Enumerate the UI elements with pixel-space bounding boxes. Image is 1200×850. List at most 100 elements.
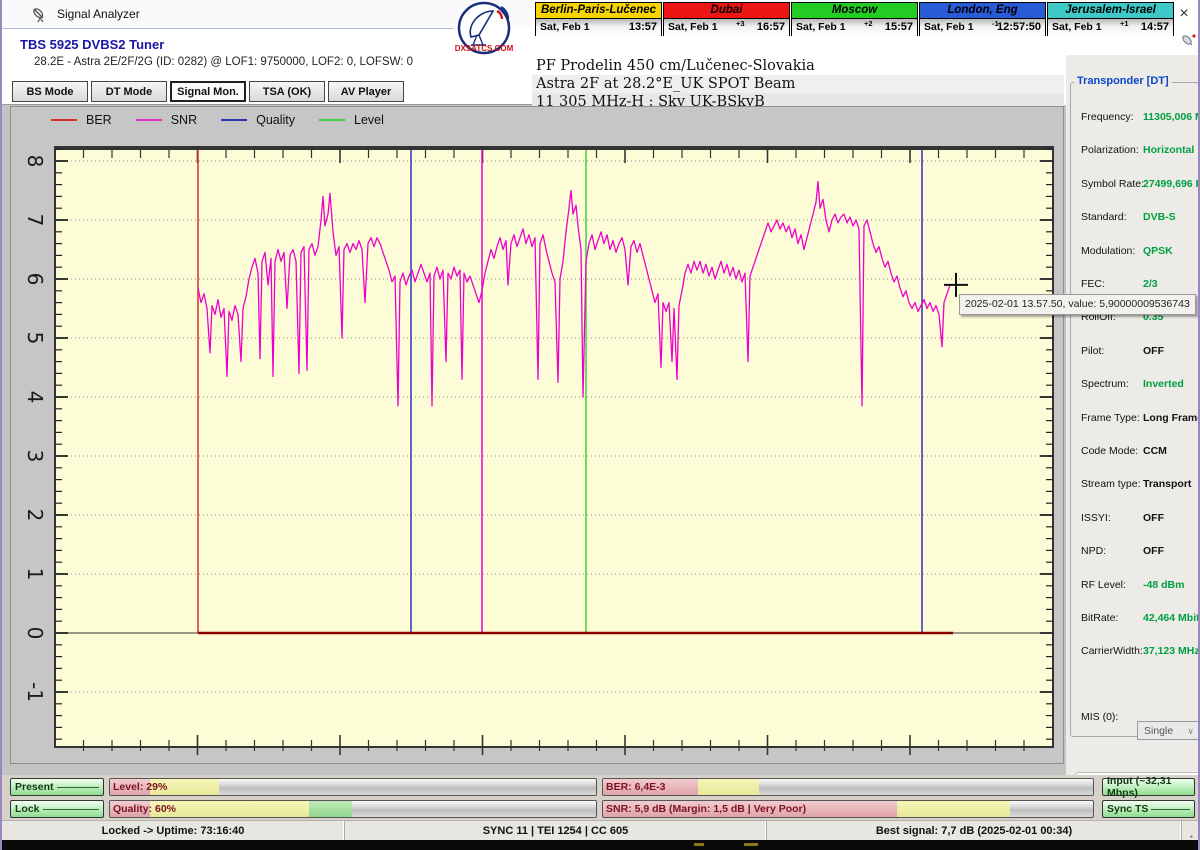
mis-dropdown[interactable]: Single ∨ bbox=[1137, 721, 1199, 740]
signal-analyzer-window: Signal Analyzer × TBS 5925 DVBS2 Tuner 2… bbox=[0, 0, 1200, 850]
y-tick-label-5: 5 bbox=[21, 325, 47, 351]
status-box-label: Input (~32,31 Mbps) bbox=[1107, 775, 1187, 799]
clock-date: Sat, Feb 1 bbox=[668, 21, 718, 33]
mode-button-dt-mode[interactable]: DT Mode bbox=[91, 81, 167, 102]
field-label: RF Level: bbox=[1081, 579, 1126, 591]
chart-plot-area[interactable] bbox=[55, 147, 1053, 747]
y-tick-label-7: 7 bbox=[21, 207, 47, 233]
transponder-row-fec: FEC:2/3 bbox=[1081, 278, 1200, 292]
statusbar-cell-1: Locked -> Uptime: 73:16:40 bbox=[2, 821, 345, 841]
transponder-row-spectrum: Spectrum:Inverted bbox=[1081, 378, 1200, 392]
titlebar-divider bbox=[2, 28, 454, 29]
legend-item-snr: SNR bbox=[136, 113, 197, 127]
transponder-row-symbol-rate: Symbol Rate:27499,696 KS/s bbox=[1081, 178, 1200, 192]
status-bar: Locked -> Uptime: 73:16:40SYNC 11 | TEI … bbox=[2, 820, 1200, 841]
clock-utc-offset: +3 bbox=[736, 19, 745, 28]
field-value: 42,464 Mbit/s bbox=[1143, 612, 1200, 624]
window-title: Signal Analyzer bbox=[57, 7, 140, 21]
field-label: Symbol Rate: bbox=[1081, 178, 1144, 190]
taskbar-speck bbox=[694, 843, 704, 846]
clock-city-label: Berlin-Paris-Lučenec bbox=[536, 3, 661, 19]
legend-label: Level bbox=[354, 113, 384, 127]
y-tick-label-3: 3 bbox=[21, 443, 47, 469]
transponder-row-npd: NPD: OFF bbox=[1081, 545, 1200, 559]
bar-segment-green bbox=[309, 801, 352, 817]
field-label: NPD: bbox=[1081, 545, 1106, 557]
world-clocks: Berlin-Paris-LučenecSat, Feb 113:57Dubai… bbox=[535, 2, 1175, 36]
mode-button-signal-mon[interactable]: Signal Mon. bbox=[170, 81, 246, 102]
clock-utc-offset: +1 bbox=[1120, 19, 1129, 28]
chart-legend: BER SNR Quality Level bbox=[51, 113, 408, 127]
dxsatcs-logo: DXSATCS.COM bbox=[449, 1, 523, 57]
progress-bar-label: SNR: 5,9 dB (Margin: 1,5 dB | Very Poor) bbox=[606, 803, 806, 815]
bar-segment-yellow bbox=[698, 779, 760, 795]
progress-bar-ber: BER: 6,4E-3 bbox=[602, 778, 1094, 796]
transponder-row-frame-type: Frame Type:Long Frame bbox=[1081, 412, 1200, 426]
close-icon[interactable]: × bbox=[1174, 5, 1194, 23]
legend-swatch bbox=[221, 119, 247, 121]
field-value: 2/3 bbox=[1143, 278, 1158, 290]
progress-bar-label: BER: 6,4E-3 bbox=[606, 781, 666, 793]
mode-button-bs-mode[interactable]: BS Mode bbox=[12, 81, 88, 102]
clock-date: Sat, Feb 1 bbox=[1052, 21, 1102, 33]
mode-button-tsa-ok[interactable]: TSA (OK) bbox=[249, 81, 325, 102]
clock-date: Sat, Feb 1 bbox=[924, 21, 974, 33]
clock-city-label: Moscow bbox=[792, 3, 917, 19]
chart-tooltip: 2025-02-01 13.57.50, value: 5,9000000953… bbox=[959, 294, 1196, 315]
chevron-down-icon: ∨ bbox=[1187, 722, 1194, 740]
transponder-row-rf-level: RF Level:-48 dBm bbox=[1081, 579, 1200, 593]
y-tick-label-8: 8 bbox=[21, 148, 47, 174]
field-value: OFF bbox=[1143, 545, 1164, 557]
clock-time: 14:57 bbox=[1141, 21, 1169, 33]
progress-bar-label: Level: 29% bbox=[113, 781, 167, 793]
status-box-input-mbps: Input (~32,31 Mbps) bbox=[1102, 778, 1195, 796]
field-value: Transport bbox=[1143, 478, 1191, 490]
signal-chart-widget: BERSNRQualityLevel 876543210-1 bbox=[10, 106, 1064, 764]
legend-item-ber: BER bbox=[51, 113, 112, 127]
clock-date: Sat, Feb 1 bbox=[796, 21, 846, 33]
field-value: Long Frame bbox=[1143, 412, 1200, 424]
transponder-row-stream-type: Stream type:Transport bbox=[1081, 478, 1200, 492]
field-label: Standard: bbox=[1081, 211, 1127, 223]
clock-5: Jerusalem-Israel Sat, Feb 1 +1 14:57 bbox=[1047, 2, 1174, 36]
field-value: QPSK bbox=[1143, 245, 1173, 257]
field-value: 27499,696 KS/s bbox=[1143, 178, 1200, 190]
field-value: DVB-S bbox=[1143, 211, 1176, 223]
field-label: ISSYI: bbox=[1081, 512, 1111, 524]
transponder-row-pilot: Pilot:OFF bbox=[1081, 345, 1200, 359]
svg-text:DXSATCS.COM: DXSATCS.COM bbox=[455, 44, 514, 53]
field-value: Inverted bbox=[1143, 378, 1184, 390]
field-value: CCM bbox=[1143, 445, 1167, 457]
field-label: Code Mode: bbox=[1081, 445, 1138, 457]
clock-2: DubaiSat, Feb 1+316:57 bbox=[663, 2, 790, 36]
screen-bottom-strip bbox=[2, 840, 1200, 850]
field-label: CarrierWidth: bbox=[1081, 645, 1143, 657]
mode-button-av-player[interactable]: AV Player bbox=[328, 81, 404, 102]
progress-bar-snr: SNR: 5,9 dB (Margin: 1,5 dB | Very Poor) bbox=[602, 800, 1094, 818]
legend-item-quality: Quality bbox=[221, 113, 295, 127]
clock-utc-offset: +2 bbox=[864, 19, 873, 28]
mis-value: Single bbox=[1144, 725, 1173, 737]
legend-swatch bbox=[319, 119, 345, 121]
transponder-panel: Transponder [DT] Frequency:11305,006 MHz… bbox=[1066, 55, 1200, 820]
legend-label: Quality bbox=[256, 113, 295, 127]
clock-time: 12:57:50 bbox=[997, 21, 1041, 33]
field-value: OFF bbox=[1143, 512, 1164, 524]
status-box-label: Sync TS bbox=[1107, 803, 1148, 815]
transponder-row-modulation: Modulation:QPSK bbox=[1081, 245, 1200, 259]
clock-3: Moscow Sat, Feb 1 +2 15:57 bbox=[791, 2, 918, 36]
clock-city-label: Jerusalem-Israel bbox=[1048, 3, 1173, 19]
clock-time: 15:57 bbox=[885, 21, 913, 33]
taskbar-speck bbox=[744, 843, 758, 846]
field-label: BitRate: bbox=[1081, 612, 1118, 624]
status-box-label: Present bbox=[15, 781, 54, 793]
tuner-title: TBS 5925 DVBS2 Tuner bbox=[20, 37, 164, 52]
field-label: Polarization: bbox=[1081, 144, 1139, 156]
field-value: OFF bbox=[1143, 345, 1164, 357]
signal-status-area: PresentLockInput (~32,31 Mbps)Sync TSLev… bbox=[2, 775, 1200, 820]
statusbar-cell-3: Best signal: 7,7 dB (2025-02-01 00:34) bbox=[767, 821, 1182, 841]
legend-label: SNR bbox=[171, 113, 197, 127]
transponder-row-standard: Standard: DVB-S bbox=[1081, 211, 1200, 225]
y-tick-label-6: 6 bbox=[21, 266, 47, 292]
field-label: Frame Type: bbox=[1081, 412, 1140, 424]
